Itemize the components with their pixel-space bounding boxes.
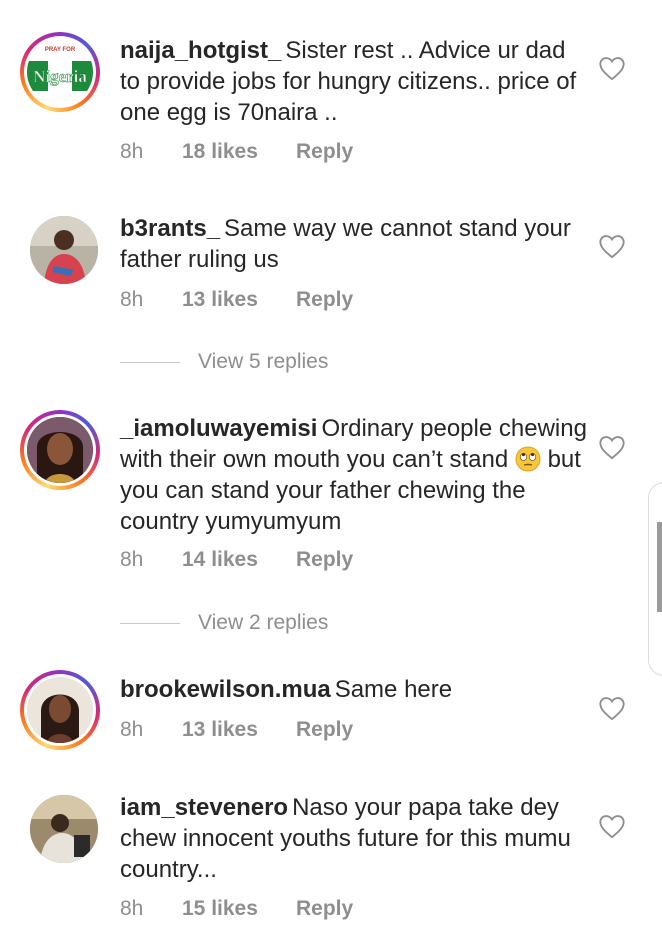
comment-time: 8h [120, 548, 144, 571]
user-photo-avatar [27, 417, 93, 483]
view-replies-label: View 5 replies [198, 350, 329, 373]
comment-likes[interactable]: 18 likes [182, 140, 296, 164]
divider-line [120, 361, 180, 363]
heart-outline-icon[interactable] [598, 233, 626, 259]
avatar[interactable] [30, 216, 98, 284]
avatar-text-top: PRAY FOR [45, 47, 76, 53]
comment-username[interactable]: iam_stevenero [120, 794, 288, 821]
heart-outline-icon[interactable] [598, 695, 626, 721]
divider-line [120, 622, 180, 624]
reply-button[interactable]: Reply [296, 140, 353, 164]
scrollbar-thumb[interactable] [657, 522, 662, 612]
comment-username[interactable]: _iamoluwayemisi [120, 415, 317, 442]
comment-likes[interactable]: 13 likes [182, 718, 296, 742]
comment-body: Same here [334, 676, 453, 703]
reply-button[interactable]: Reply [296, 897, 353, 921]
user-photo-avatar [30, 216, 98, 284]
view-replies-label: View 2 replies [198, 611, 329, 634]
comment-likes[interactable]: 13 likes [182, 288, 296, 312]
comment-time: 8h [120, 897, 144, 920]
comment-likes[interactable]: 15 likes [182, 897, 296, 921]
comment-text: brookewilson.mua Same here [120, 674, 590, 705]
avatar[interactable] [20, 410, 100, 490]
comment-text: iam_stevenero Naso your papa take dey che… [120, 792, 590, 885]
reply-button[interactable]: Reply [296, 718, 353, 742]
avatar[interactable]: PRAY FOR Nigeria [20, 32, 100, 112]
comment-time: 8h [120, 288, 144, 311]
eye-roll-emoji [515, 446, 541, 472]
user-photo-avatar [27, 677, 93, 743]
avatar[interactable] [30, 795, 98, 863]
comment-meta: 8h 13 likes Reply [120, 718, 353, 742]
view-replies-button[interactable]: View 5 replies [120, 350, 328, 374]
comment-username[interactable]: b3rants_ [120, 215, 220, 242]
reply-button[interactable]: Reply [296, 288, 353, 312]
comment-text: b3rants_ Same way we cannot stand your fa… [120, 213, 590, 275]
user-photo-avatar [30, 795, 98, 863]
view-replies-button[interactable]: View 2 replies [120, 611, 328, 635]
comment-text: naija_hotgist_ Sister rest .. Advice ur d… [120, 35, 590, 128]
comment-time: 8h [120, 140, 144, 163]
heart-outline-icon[interactable] [598, 434, 626, 460]
heart-outline-icon[interactable] [598, 55, 626, 81]
avatar[interactable] [20, 670, 100, 750]
comments-page: PRAY FOR Nigeria naija_hotgist_ Sister re… [0, 0, 662, 934]
comment-text: _iamoluwayemisi Ordinary people chewing w… [120, 413, 590, 537]
comment-meta: 8h 14 likes Reply [120, 548, 353, 572]
comment-meta: 8h 13 likes Reply [120, 288, 353, 312]
pray-for-nigeria-avatar: PRAY FOR Nigeria [27, 39, 93, 105]
comment-likes[interactable]: 14 likes [182, 548, 296, 572]
comment-time: 8h [120, 718, 144, 741]
comment-meta: 8h 15 likes Reply [120, 897, 353, 921]
heart-outline-icon[interactable] [598, 813, 626, 839]
avatar-text-main: Nigeria [33, 67, 87, 86]
comment-username[interactable]: naija_hotgist_ [120, 37, 281, 64]
comment-meta: 8h 18 likes Reply [120, 140, 353, 164]
comment-username[interactable]: brookewilson.mua [120, 676, 331, 703]
reply-button[interactable]: Reply [296, 548, 353, 572]
